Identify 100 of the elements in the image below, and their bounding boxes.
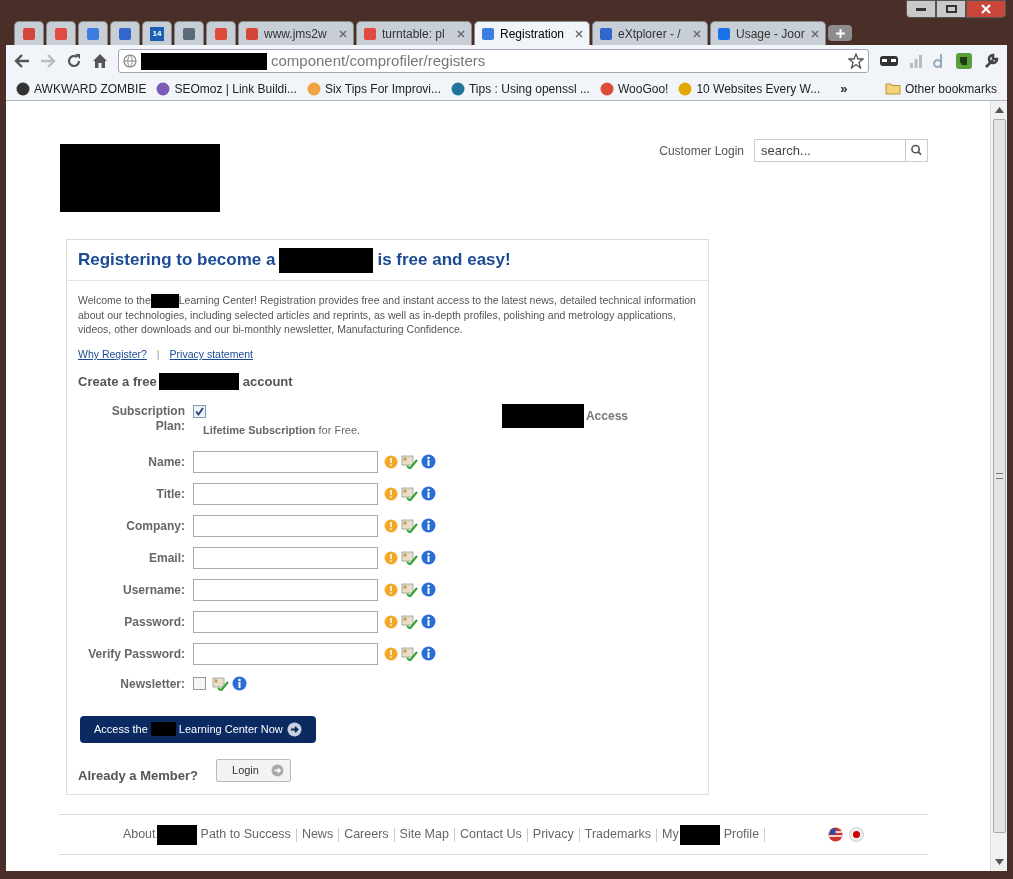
text-field[interactable] <box>193 610 378 633</box>
globe-icon <box>123 54 137 68</box>
field-label: Email: <box>148 549 185 567</box>
scroll-down-icon[interactable] <box>994 859 1004 865</box>
bookmark[interactable]: WooGoo! <box>599 79 669 98</box>
info-icon <box>232 676 247 692</box>
text-field[interactable] <box>193 514 378 537</box>
browser-tab[interactable]: www.jms2w <box>238 21 354 45</box>
tab-title: eXtplorer - / <box>618 25 682 43</box>
text-field[interactable] <box>193 578 378 601</box>
text-field[interactable] <box>193 482 378 505</box>
site-icon <box>451 81 465 96</box>
info-icon <box>421 582 436 598</box>
site-icon <box>118 26 132 41</box>
info-icon <box>421 486 436 502</box>
bookmark[interactable]: AWKWARD ZOMBIE <box>16 79 147 98</box>
footer-link[interactable]: News <box>301 825 334 844</box>
bookmark[interactable]: Tips : Using openssl ... <box>451 79 590 98</box>
footer-link[interactable]: Contact Us <box>459 825 522 844</box>
footer-link[interactable]: Site Map <box>399 825 449 844</box>
profile-check-icon <box>401 550 418 565</box>
browser-tab[interactable]: turntable: pl <box>356 21 472 45</box>
access-learning-center-button[interactable]: Access the Learning Center Now <box>80 715 316 743</box>
field-label: Title: <box>155 485 185 503</box>
browser-tab[interactable]: eXtplorer - / <box>592 21 708 45</box>
maximize-button[interactable] <box>936 0 966 18</box>
close-icon[interactable] <box>339 29 347 38</box>
section-heading: account <box>242 372 293 391</box>
letter-d-icon[interactable] <box>933 53 945 69</box>
footer-link[interactable]: Path to Success <box>200 825 291 844</box>
info-icon <box>421 614 436 630</box>
bookmark[interactable]: SEOmoz | Link Buildi... <box>156 79 297 98</box>
customer-login-link[interactable]: Customer Login <box>659 141 744 160</box>
footer-link[interactable]: My <box>662 825 679 844</box>
site-icon <box>22 26 36 41</box>
text-field[interactable] <box>193 450 378 473</box>
browser-tab[interactable]: Usage - Joor <box>710 21 826 45</box>
site-icon <box>678 81 693 96</box>
bookmark[interactable]: 10 Websites Every W... <box>678 79 821 98</box>
section-heading: Create a free <box>78 372 157 391</box>
bookmark[interactable]: Six Tips For Improvi... <box>306 79 441 98</box>
back-icon[interactable] <box>14 54 30 68</box>
browser-tab[interactable]: Registration <box>474 21 590 45</box>
footer-link[interactable]: About <box>122 825 156 844</box>
home-icon[interactable] <box>92 53 108 69</box>
redaction-block <box>150 294 179 309</box>
newsletter-checkbox[interactable] <box>193 677 206 691</box>
us-flag-icon[interactable] <box>828 827 844 842</box>
close-icon[interactable] <box>693 29 701 38</box>
pinned-tab[interactable] <box>46 21 76 45</box>
wrench-icon[interactable] <box>983 53 999 69</box>
site-icon <box>54 26 68 41</box>
footer-link[interactable]: Careers <box>344 825 389 844</box>
site-icon <box>363 26 377 41</box>
card-title: Registering to become a <box>78 249 276 272</box>
info-icon <box>421 518 436 534</box>
japan-flag-icon[interactable] <box>849 827 865 842</box>
close-button[interactable] <box>966 0 1006 18</box>
site-icon <box>717 26 731 41</box>
footer-link[interactable]: Privacy <box>532 825 574 844</box>
subscription-checkbox[interactable] <box>193 405 206 419</box>
folder-icon <box>884 82 901 95</box>
scrollbar[interactable] <box>990 101 1007 871</box>
mask-icon[interactable] <box>879 53 899 69</box>
star-icon[interactable] <box>848 53 864 69</box>
footer-link[interactable]: Trademarks <box>584 825 651 844</box>
profile-check-icon <box>401 518 418 533</box>
plan-description: Lifetime Subscription for Free. <box>203 423 362 439</box>
text-field[interactable] <box>193 642 378 665</box>
elephant-icon[interactable] <box>955 52 973 70</box>
search-icon[interactable] <box>906 139 928 162</box>
more-bookmarks-button[interactable]: » <box>840 78 848 99</box>
text-field[interactable] <box>193 546 378 569</box>
close-icon[interactable] <box>811 29 819 38</box>
pinned-tab[interactable] <box>110 21 140 45</box>
address-bar[interactable]: component/comprofiler/registers <box>118 49 869 73</box>
close-icon[interactable] <box>575 29 583 38</box>
pinned-tab[interactable] <box>78 21 108 45</box>
other-bookmarks[interactable]: Other bookmarks <box>884 79 997 98</box>
scroll-up-icon[interactable] <box>994 107 1004 113</box>
footer-link[interactable]: Profile <box>723 825 760 844</box>
info-icon <box>421 646 436 662</box>
privacy-statement-link[interactable]: Privacy statement <box>169 347 254 363</box>
pinned-tab[interactable] <box>174 21 204 45</box>
site-icon <box>156 81 171 96</box>
info-icon <box>421 454 436 470</box>
why-register-link[interactable]: Why Register? <box>78 347 147 363</box>
reload-icon[interactable] <box>66 53 82 69</box>
pinned-tab[interactable]: 14 <box>142 21 172 45</box>
login-button[interactable]: Login <box>215 759 291 783</box>
field-label: Verify Password: <box>87 645 185 663</box>
pinned-tab[interactable] <box>206 21 236 45</box>
profile-check-icon <box>212 676 229 691</box>
minimize-button[interactable] <box>906 0 936 18</box>
close-icon[interactable] <box>457 29 465 38</box>
search-field[interactable]: search... <box>754 139 906 162</box>
new-tab-button[interactable] <box>828 25 852 41</box>
site-icon <box>481 26 495 41</box>
site-icon <box>182 26 196 41</box>
pinned-tab[interactable] <box>14 21 44 45</box>
